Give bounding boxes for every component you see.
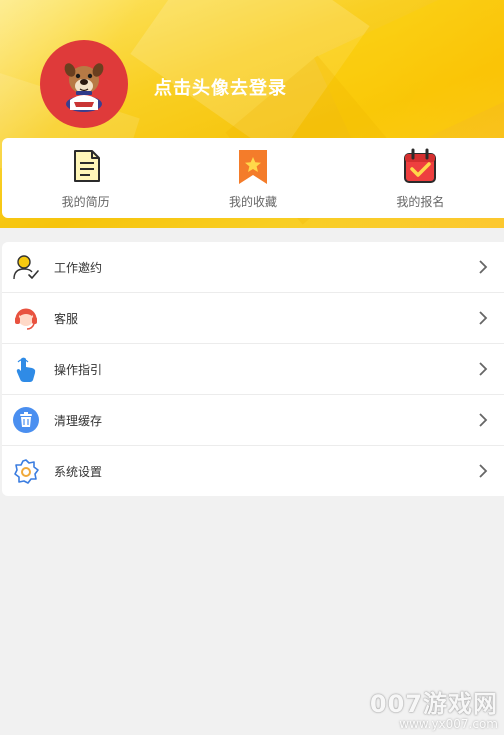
menu-item-customer-service[interactable]: 客服 <box>2 293 504 344</box>
gear-icon <box>12 458 40 486</box>
menu-item-label: 系统设置 <box>54 465 103 479</box>
chevron-right-icon <box>479 464 488 478</box>
bookmark-star-icon <box>238 150 267 184</box>
chevron-right-icon <box>479 260 488 274</box>
quick-link-label: 我的简历 <box>61 195 110 209</box>
menu-item-job-invitations[interactable]: 工作邀约 <box>2 242 504 293</box>
quick-link-favorites[interactable]: 我的收藏 <box>169 138 336 218</box>
customer-service-headset-icon <box>12 304 40 332</box>
menu-item-system-settings[interactable]: 系统设置 <box>2 446 504 497</box>
menu-item-guide[interactable]: 操作指引 <box>2 344 504 395</box>
quick-link-resume[interactable]: 我的简历 <box>2 138 169 218</box>
quick-link-label: 我的报名 <box>396 195 445 209</box>
quick-links-card: 我的简历 我的收藏 我的报名 <box>2 138 504 218</box>
settings-menu: 工作邀约 客服 操作指引 清理缓存 系统设置 <box>2 242 504 496</box>
bulldog-mascot-icon <box>64 63 104 112</box>
chevron-right-icon <box>479 362 488 376</box>
avatar[interactable] <box>40 40 128 128</box>
trash-bin-icon <box>12 406 40 434</box>
hand-pointer-icon <box>12 355 40 383</box>
resume-document-icon <box>73 150 100 182</box>
quick-link-label: 我的收藏 <box>228 195 277 209</box>
watermark-brand: 007游戏网 <box>369 690 498 718</box>
watermark-url: www.yx007.com <box>399 717 498 731</box>
calendar-check-icon <box>404 148 437 183</box>
chevron-right-icon <box>479 413 488 427</box>
quick-link-signup[interactable]: 我的报名 <box>337 138 504 218</box>
person-check-icon <box>12 253 40 281</box>
menu-item-clear-cache[interactable]: 清理缓存 <box>2 395 504 446</box>
chevron-right-icon <box>479 311 488 325</box>
site-watermark: 007游戏网 www.yx007.com <box>370 684 498 731</box>
login-prompt[interactable]: 点击头像去登录 <box>154 74 287 100</box>
menu-item-label: 操作指引 <box>54 362 103 377</box>
menu-item-label: 工作邀约 <box>54 260 103 275</box>
menu-item-label: 客服 <box>54 311 79 326</box>
menu-item-label: 清理缓存 <box>54 413 103 428</box>
